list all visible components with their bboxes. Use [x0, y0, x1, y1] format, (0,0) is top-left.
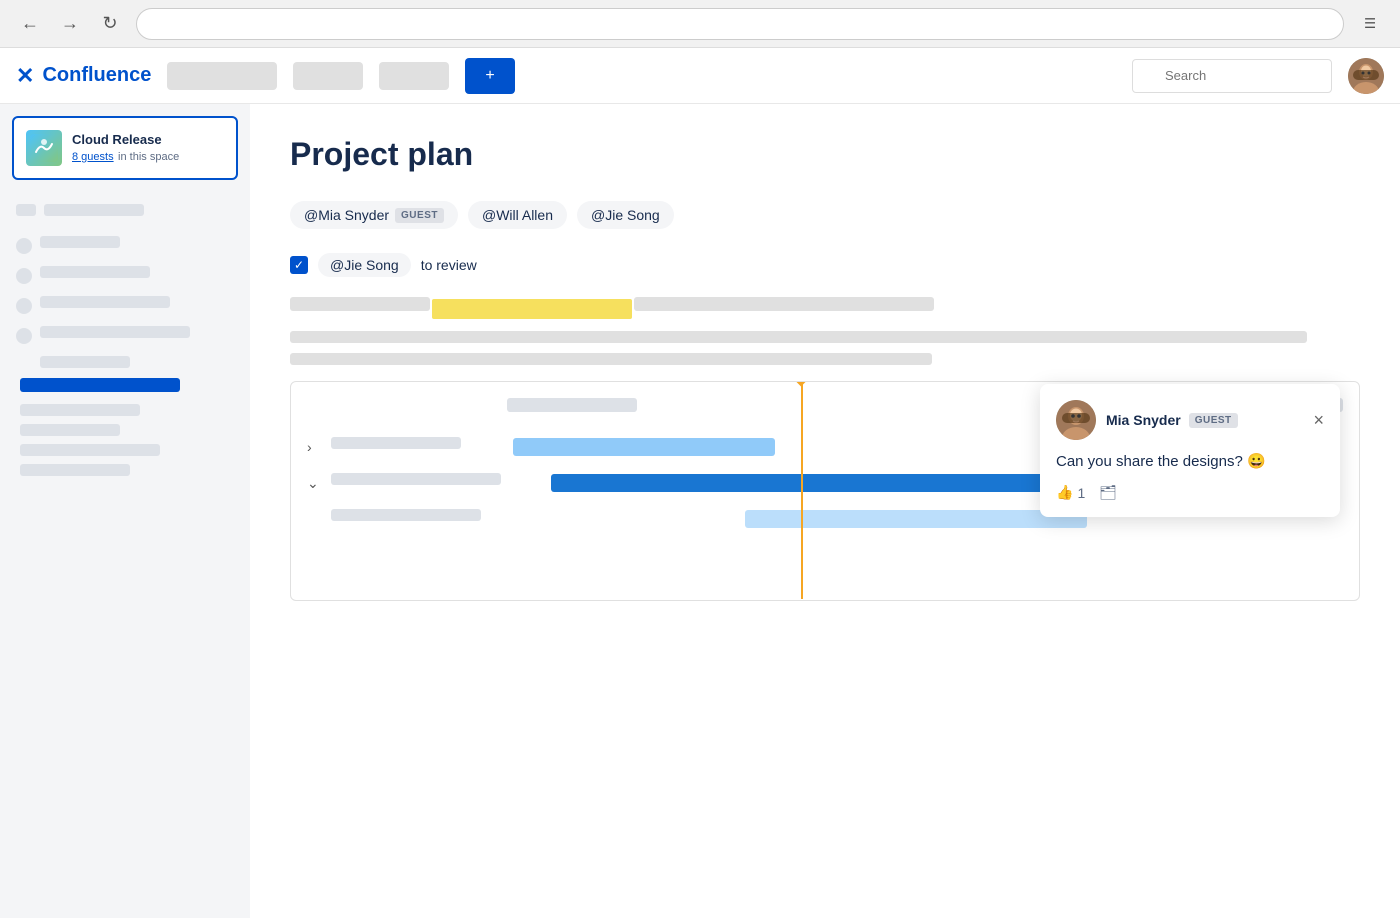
comment-popup: Mia Snyder GUEST × Can you share the des… [1040, 384, 1340, 517]
space-card[interactable]: Cloud Release 8 guests in this space [12, 116, 238, 180]
task-mention-jie[interactable]: @Jie Song [318, 253, 411, 277]
sidebar-item[interactable] [16, 236, 234, 256]
forward-icon: → [61, 13, 79, 34]
comment-header: Mia Snyder GUEST × [1056, 400, 1324, 440]
mentions-row: @Mia Snyder GUEST @Will Allen @Jie Song [290, 201, 1360, 229]
task-row: ✓ @Jie Song to review [290, 253, 1360, 277]
comment-body: Can you share the designs? 😀 [1056, 452, 1324, 470]
confluence-logo[interactable]: ✕ Confluence [16, 63, 151, 89]
mention-mia-snyder[interactable]: @Mia Snyder GUEST [290, 201, 458, 229]
comment-close-button[interactable]: × [1313, 410, 1324, 431]
logo-text: Confluence [42, 64, 151, 87]
back-button[interactable]: ← [16, 10, 44, 38]
reload-icon: ↻ [102, 13, 117, 34]
space-guests-link[interactable]: 8 guests [72, 151, 114, 163]
sidebar-skeleton [12, 196, 238, 492]
url-bar[interactable] [136, 8, 1344, 40]
sidebar-item[interactable] [16, 326, 234, 346]
nav-item-1[interactable] [167, 62, 277, 90]
content-area: Project plan @Mia Snyder GUEST @Will All… [250, 104, 1400, 918]
archive-button[interactable]: 🗂 [1099, 484, 1117, 501]
space-icon [26, 130, 62, 166]
header-right: 🔍 [1132, 58, 1384, 94]
mention-will-allen[interactable]: @Will Allen [468, 201, 567, 229]
user-avatar[interactable] [1348, 58, 1384, 94]
comment-guest-badge: GUEST [1189, 413, 1238, 428]
nav-item-3[interactable] [379, 62, 449, 90]
mention-text-3: @Jie Song [591, 207, 660, 223]
task-mention-text: @Jie Song [330, 257, 399, 273]
like-count: 1 [1077, 485, 1085, 501]
search-input[interactable] [1132, 59, 1332, 93]
comment-actions: 👍 1 🗂 [1056, 484, 1324, 501]
comment-username: Mia Snyder [1106, 412, 1181, 428]
gantt-expand-2[interactable]: ⌄ [307, 475, 323, 492]
mention-text-2: @Will Allen [482, 207, 553, 223]
sidebar-item[interactable] [16, 266, 234, 286]
app-header: ✕ Confluence + 🔍 [0, 48, 1400, 104]
thumbs-up-icon: 👍 [1056, 484, 1073, 501]
archive-icon: 🗂 [1099, 484, 1117, 501]
comment-avatar [1056, 400, 1096, 440]
space-guests-row: 8 guests in this space [72, 147, 179, 165]
like-button[interactable]: 👍 1 [1056, 484, 1085, 501]
space-info: Cloud Release 8 guests in this space [72, 132, 179, 165]
guest-badge-1: GUEST [395, 208, 444, 223]
space-guests-suffix: in this space [118, 151, 179, 163]
task-checkbox[interactable]: ✓ [290, 256, 308, 274]
page-title: Project plan [290, 136, 1360, 173]
nav-item-2[interactable] [293, 62, 363, 90]
space-name: Cloud Release [72, 132, 179, 147]
search-wrapper: 🔍 [1132, 59, 1332, 93]
mention-text-1: @Mia Snyder [304, 207, 389, 223]
browser-chrome: ← → ↻ ☰ [0, 0, 1400, 48]
task-text: to review [421, 257, 477, 273]
sidebar-item[interactable] [16, 296, 234, 316]
sidebar: Cloud Release 8 guests in this space [0, 104, 250, 918]
create-button[interactable]: + [465, 58, 514, 94]
forward-button[interactable]: → [56, 10, 84, 38]
gantt-expand-1[interactable]: › [307, 439, 323, 455]
mention-jie-song[interactable]: @Jie Song [577, 201, 674, 229]
content-skeleton [290, 297, 1360, 365]
logo-icon: ✕ [16, 63, 34, 89]
browser-menu-button[interactable]: ☰ [1356, 10, 1384, 38]
create-plus-icon: + [485, 67, 494, 85]
main-layout: Cloud Release 8 guests in this space [0, 104, 1400, 918]
comment-user-info: Mia Snyder GUEST [1106, 412, 1238, 428]
back-icon: ← [21, 13, 39, 34]
reload-button[interactable]: ↻ [96, 10, 124, 38]
check-icon: ✓ [294, 258, 304, 272]
hamburger-icon: ☰ [1364, 16, 1376, 32]
